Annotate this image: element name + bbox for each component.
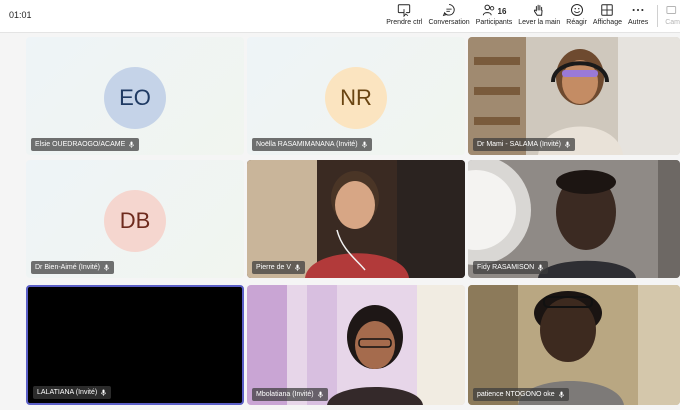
participant-name-tag: Noëlla RASAMIMANANA (Invité)	[252, 138, 372, 151]
camera-icon	[666, 6, 676, 14]
participant-name-tag: Fidy RASAMISON	[473, 261, 549, 274]
mic-icon	[558, 391, 564, 398]
react-label: Réagir	[566, 19, 587, 26]
participant-tile[interactable]: Pierre de V	[247, 160, 465, 278]
participants-icon	[482, 4, 494, 16]
participant-tile[interactable]: LALATIANA (Invité)	[26, 285, 244, 405]
participant-video	[247, 285, 465, 405]
participant-name: LALATIANA (Invité)	[37, 389, 98, 396]
meeting-controls: Prendre ctrl Conversation 16 Participant…	[383, 0, 680, 33]
participant-name: Noëlla RASAMIMANANA (Invité)	[256, 141, 358, 148]
participant-tile[interactable]: DB Dr Bien-Aimé (Invité)	[26, 160, 244, 278]
participant-name-tag: patience NTOGONO oke	[473, 388, 569, 401]
take-control-label: Prendre ctrl	[386, 19, 423, 26]
mic-icon	[101, 389, 107, 396]
video-grid: EO Elsie OUEDRAOGO/ACAME NR Noëlla RASAM…	[24, 35, 680, 407]
mic-icon	[565, 141, 571, 148]
participant-name-tag: LALATIANA (Invité)	[33, 386, 112, 399]
grid-icon	[601, 4, 614, 16]
participant-name: Elsie OUEDRAOGO/ACAME	[35, 141, 126, 148]
smiley-icon	[570, 4, 583, 16]
avatar: EO	[104, 67, 166, 129]
participant-name: Fidy RASAMISON	[477, 264, 535, 271]
more-icon	[632, 8, 644, 12]
hand-icon	[534, 4, 543, 16]
participant-video	[468, 285, 680, 405]
mic-icon	[103, 264, 109, 271]
take-control-icon	[398, 4, 411, 17]
avatar-initials: NR	[340, 85, 372, 110]
chat-label: Conversation	[428, 19, 470, 26]
participant-name: Dr Mami - SALAMA (Invité)	[477, 141, 562, 148]
participant-name-tag: Pierre de V	[252, 261, 306, 274]
avatar-initials: EO	[119, 85, 151, 110]
participants-label: Participants	[475, 19, 513, 26]
participant-tile[interactable]: Fidy RASAMISON	[468, 160, 680, 278]
mic-icon	[295, 264, 301, 271]
chat-button[interactable]: Conversation	[428, 0, 470, 33]
participant-name-tag: Dr Bien-Aimé (Invité)	[31, 261, 114, 274]
camera-button[interactable]: Cam	[665, 0, 680, 33]
react-button[interactable]: Réagir	[566, 0, 587, 33]
meeting-toolbar: 01:01 Prendre ctrl Conversation 16 Parti…	[0, 0, 680, 33]
mic-icon	[361, 141, 367, 148]
participant-tile[interactable]: patience NTOGONO oke	[468, 285, 680, 405]
mic-icon	[538, 264, 544, 271]
participant-tile[interactable]: EO Elsie OUEDRAOGO/ACAME	[26, 37, 244, 155]
participant-tile[interactable]: NR Noëlla RASAMIMANANA (Invité)	[247, 37, 465, 155]
participant-name: Dr Bien-Aimé (Invité)	[35, 264, 100, 271]
participant-name: patience NTOGONO oke	[477, 391, 555, 398]
meeting-timer: 01:01	[9, 10, 32, 20]
more-button[interactable]: Autres	[628, 0, 648, 33]
more-label: Autres	[627, 19, 649, 26]
participant-name-tag: Mbolatiana (Invité)	[252, 388, 328, 401]
participant-name: Mbolatiana (Invité)	[256, 391, 314, 398]
mic-icon	[129, 141, 135, 148]
take-control-button[interactable]: Prendre ctrl	[386, 0, 422, 33]
participant-name: Pierre de V	[256, 264, 292, 271]
raise-hand-label: Lever la main	[518, 19, 561, 26]
participant-tile[interactable]: Dr Mami - SALAMA (Invité)	[468, 37, 680, 155]
chat-icon	[442, 4, 455, 17]
avatar: NR	[325, 67, 387, 129]
raise-hand-button[interactable]: Lever la main	[518, 0, 560, 33]
toolbar-divider	[657, 5, 659, 27]
participant-name-tag: Dr Mami - SALAMA (Invité)	[473, 138, 576, 151]
participant-tile[interactable]: Mbolatiana (Invité)	[247, 285, 465, 405]
view-button[interactable]: Affichage	[593, 0, 622, 33]
view-label: Affichage	[592, 19, 622, 26]
avatar: DB	[104, 190, 166, 252]
participant-name-tag: Elsie OUEDRAOGO/ACAME	[31, 138, 140, 151]
mic-icon	[317, 391, 323, 398]
avatar-initials: DB	[119, 208, 151, 233]
participants-count: 16	[497, 6, 507, 16]
participants-button[interactable]: 16 Participants	[475, 0, 513, 33]
camera-label: Cam	[665, 19, 680, 26]
